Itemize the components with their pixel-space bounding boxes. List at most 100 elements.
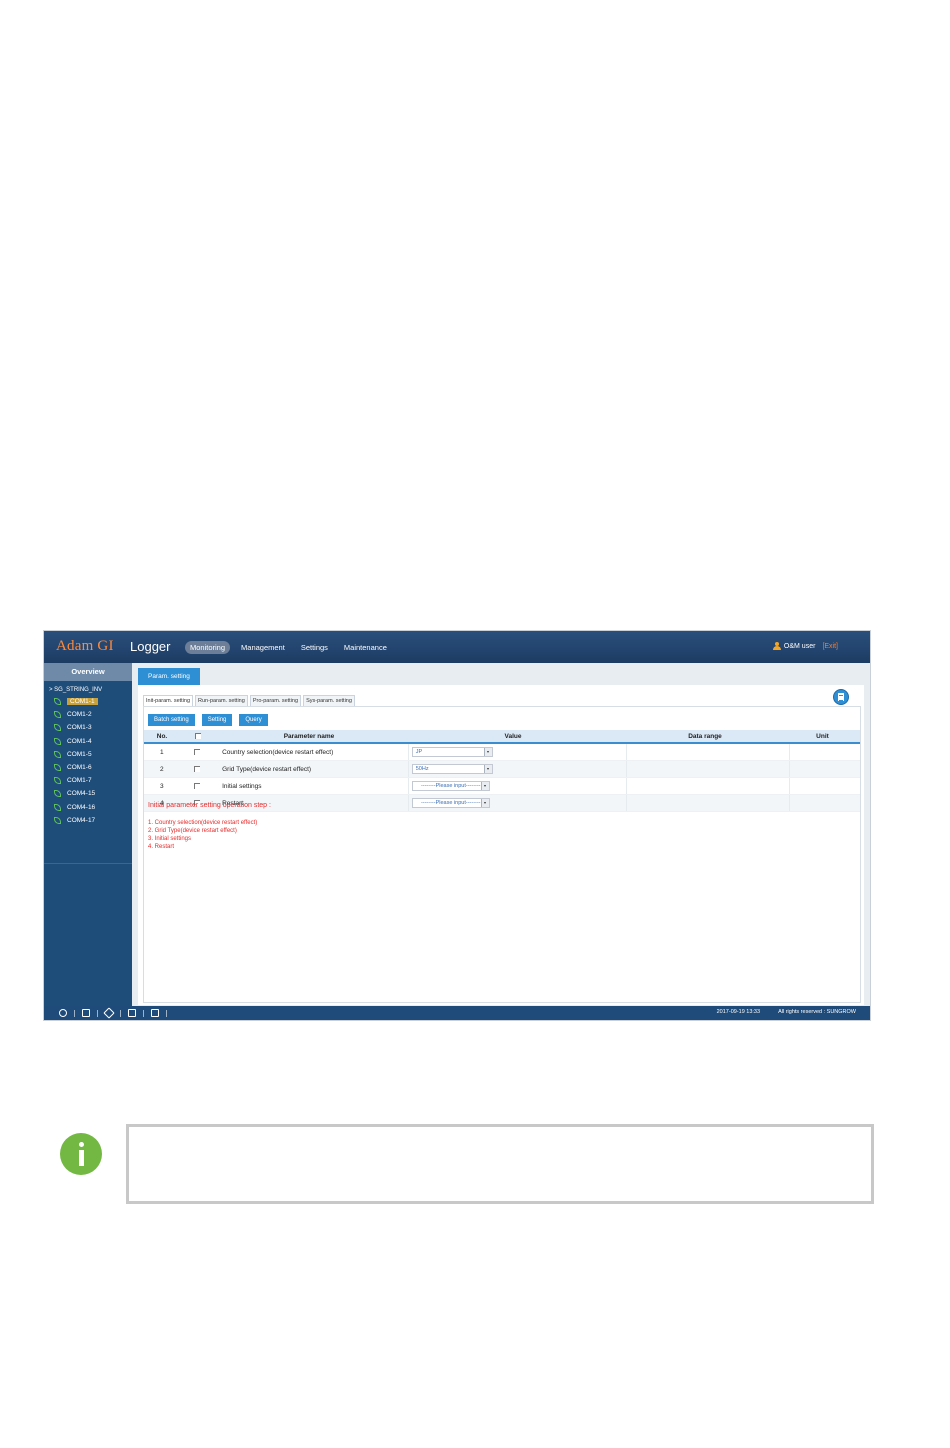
value-select[interactable]: 50Hz — [411, 764, 493, 774]
main-nav: Monitoring Management Settings Maintenan… — [185, 641, 392, 654]
link-icon — [54, 764, 61, 772]
note-box — [126, 1124, 874, 1204]
nav-monitoring[interactable]: Monitoring — [185, 641, 231, 654]
notes-title: Initial parameter setting operation step… — [148, 802, 271, 809]
value-select-text: --------Please input-------- — [420, 800, 481, 806]
sidebar-item-label: COM1-7 — [67, 777, 92, 785]
link-icon — [54, 711, 61, 719]
row-checkbox-cell — [180, 783, 215, 789]
status-link-icon[interactable] — [103, 1007, 115, 1019]
sidebar-item-label: COM1-4 — [67, 737, 92, 745]
sidebar-item-com1-3[interactable]: COM1-3 — [44, 721, 132, 734]
document-icon[interactable] — [833, 689, 849, 705]
status-icons — [59, 1007, 167, 1019]
sidebar-item-label: COM4-15 — [67, 790, 96, 798]
notes-step: 1. Country selection(device restart effe… — [148, 820, 258, 826]
value-select-text: --------Please input-------- — [420, 783, 481, 789]
notes-step: 2. Grid Type(device restart effect) — [148, 828, 237, 834]
sidebar-item-label: COM4-16 — [67, 803, 96, 811]
row-checkbox[interactable] — [193, 766, 200, 772]
device-list: COM1-1 COM1-2 COM1-3 COM1-4 COM1-5 COM1-… — [44, 695, 132, 827]
sidebar-item-com1-2[interactable]: COM1-2 — [44, 708, 132, 721]
sidebar-item-com4-16[interactable]: COM4-16 — [44, 801, 132, 814]
product-name: Logger — [130, 639, 171, 654]
tab-param-setting[interactable]: Param. setting — [138, 668, 200, 685]
header-value: Value — [504, 732, 522, 740]
status-copyright: All rights reserved : SUNGROW — [778, 1009, 856, 1015]
sidebar-item-com1-4[interactable]: COM1-4 — [44, 735, 132, 748]
separator — [74, 1009, 75, 1017]
sidebar-divider — [44, 863, 132, 864]
link-icon — [54, 777, 61, 785]
status-device-icon[interactable] — [82, 1009, 90, 1017]
link-icon — [54, 724, 61, 732]
value-select-text: JP — [415, 749, 423, 755]
row-data-range — [625, 795, 789, 811]
param-table: No. Parameter name Value Data range Unit… — [144, 730, 860, 812]
user-area: O&M user [Exit] — [772, 642, 838, 650]
header-no: No. — [156, 732, 168, 740]
status-datetime: 2017-09-19 13:33 — [716, 1009, 761, 1015]
row-data-range — [625, 744, 789, 760]
sidebar-overview[interactable]: Overview — [44, 663, 132, 681]
status-printer-icon[interactable] — [151, 1009, 159, 1017]
separator — [143, 1009, 144, 1017]
nav-settings[interactable]: Settings — [296, 641, 333, 654]
table-header: No. Parameter name Value Data range Unit — [144, 730, 860, 744]
chevron-down-icon[interactable] — [483, 748, 492, 756]
setting-button[interactable]: Setting — [201, 714, 233, 726]
chevron-down-icon[interactable] — [483, 765, 492, 773]
status-circle-icon[interactable] — [59, 1009, 67, 1017]
sidebar-item-com1-6[interactable]: COM1-6 — [44, 761, 132, 774]
separator — [97, 1009, 98, 1017]
value-select[interactable]: --------Please input-------- — [411, 781, 490, 791]
value-select-text: 50Hz — [415, 766, 429, 772]
sidebar-item-label: COM1-2 — [67, 711, 92, 719]
link-icon — [54, 790, 61, 798]
row-checkbox[interactable] — [193, 783, 200, 789]
query-button[interactable]: Query — [239, 714, 268, 726]
app-screenshot: Adam GI Logger Monitoring Management Set… — [44, 631, 870, 1020]
header-unit: Unit — [816, 732, 829, 740]
sidebar-item-com1-1[interactable]: COM1-1 — [44, 695, 132, 708]
link-icon — [54, 816, 61, 824]
row-no: 1 — [159, 748, 164, 756]
row-value-cell: 50Hz — [407, 761, 626, 777]
top-bar: Adam GI Logger Monitoring Management Set… — [44, 631, 870, 663]
sidebar-item-com4-17[interactable]: COM4-17 — [44, 814, 132, 827]
exit-link[interactable]: [Exit] — [822, 643, 838, 650]
sidebar-item-label: COM1-1 — [67, 698, 98, 706]
value-select[interactable]: --------Please input-------- — [411, 798, 490, 808]
row-unit — [788, 795, 860, 811]
sidebar-item-com4-15[interactable]: COM4-15 — [44, 787, 132, 800]
table-row: 3 Initial settings --------Please input-… — [144, 778, 860, 795]
chevron-down-icon[interactable] — [480, 782, 489, 790]
chevron-down-icon[interactable] — [480, 799, 489, 807]
row-unit — [788, 744, 860, 760]
row-checkbox-cell — [180, 749, 215, 755]
header-parameter-name: Parameter name — [283, 732, 335, 740]
row-data-range — [625, 761, 789, 777]
row-checkbox[interactable] — [193, 749, 200, 755]
status-monitor-icon[interactable] — [128, 1009, 136, 1017]
row-unit — [788, 761, 860, 777]
separator — [120, 1009, 121, 1017]
nav-management[interactable]: Management — [236, 641, 290, 654]
value-select[interactable]: JP — [411, 747, 493, 757]
row-value-cell: JP — [407, 744, 626, 760]
batch-setting-button[interactable]: Batch setting — [148, 714, 195, 726]
sidebar-item-com1-7[interactable]: COM1-7 — [44, 774, 132, 787]
table-row: 1 Country selection(device restart effec… — [144, 744, 860, 761]
main-content: Param. setting Init-param. setting Run-p… — [132, 663, 870, 1006]
link-icon — [54, 737, 61, 745]
header-data-range: Data range — [688, 732, 722, 740]
link-icon — [54, 803, 61, 811]
operation-notes: Initial parameter setting operation step… — [148, 802, 271, 851]
device-group[interactable]: > SG_STRING_INV — [44, 681, 132, 693]
nav-maintenance[interactable]: Maintenance — [339, 641, 392, 654]
row-parameter-name: Country selection(device restart effect) — [222, 748, 334, 756]
row-parameter-name: Grid Type(device restart effect) — [222, 765, 312, 773]
sidebar-item-com1-5[interactable]: COM1-5 — [44, 748, 132, 761]
table-row: 2 Grid Type(device restart effect) 50Hz — [144, 761, 860, 778]
select-all-checkbox[interactable] — [194, 733, 201, 739]
